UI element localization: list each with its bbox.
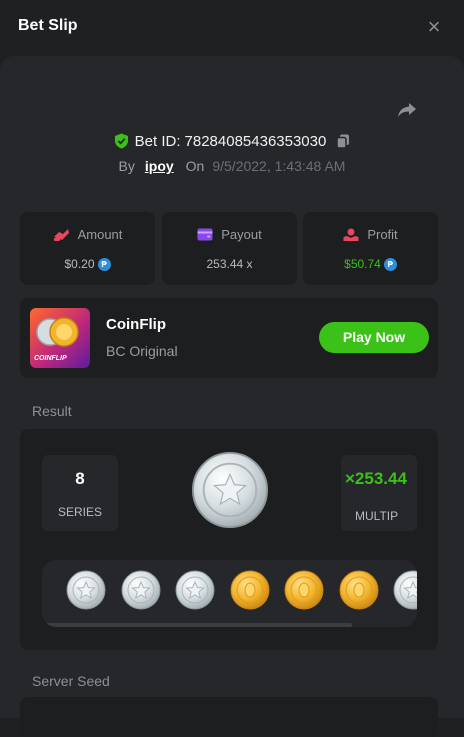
amount-label: Amount — [77, 227, 123, 242]
bet-id-row: Bet ID: 78284085436353030 — [0, 130, 464, 152]
amount-value: $0.20 — [64, 257, 95, 271]
result-card: 8 SERIES ×253.44 MULTIP — [20, 429, 438, 650]
bet-date: 9/5/2022, 1:43:48 AM — [212, 158, 346, 174]
series-value: 8 — [75, 469, 85, 488]
page-title: Bet Slip — [18, 17, 78, 34]
bet-slip-header: Bet Slip × — [0, 0, 464, 56]
copy-icon[interactable] — [336, 134, 350, 149]
profit-value: $50.74 — [344, 257, 381, 271]
amount-card: Amount $0.20 ₱ — [20, 212, 155, 285]
series-label: SERIES — [57, 505, 102, 519]
gold-coin-icon — [339, 570, 378, 610]
username-link[interactable]: ipoy — [145, 158, 174, 174]
server-seed-card — [20, 697, 438, 737]
horizontal-scrollbar[interactable] — [42, 623, 352, 627]
silver-star-coin-icon — [66, 570, 106, 610]
multiplier-value: ×253.44 — [345, 469, 407, 488]
payout-value: 253.44 x — [206, 257, 253, 271]
close-button[interactable]: × — [423, 16, 445, 38]
currency-coin-icon: ₱ — [383, 257, 397, 271]
silver-star-coin-icon — [121, 570, 160, 610]
bet-id-value: 78284085436353030 — [184, 132, 327, 150]
server-seed-label: Server Seed — [32, 673, 110, 689]
coinflip-thumbnail[interactable]: COINFLIP — [30, 308, 90, 368]
thumbnail-label: COINFLIP — [34, 355, 67, 362]
gold-coin-icon — [230, 570, 269, 610]
gold-coin-icon — [284, 570, 324, 610]
shield-check-icon — [114, 133, 128, 149]
series-box: 8 SERIES — [42, 455, 118, 531]
profit-label: Profit — [367, 227, 398, 242]
silver-star-coin-icon — [393, 570, 417, 610]
profit-card: Profit $50.74 ₱ — [303, 212, 438, 285]
silver-star-coin-icon — [191, 451, 269, 529]
bet-author-row: By ipoy On 9/5/2022, 1:43:48 AM — [0, 156, 464, 176]
coin-history-strip[interactable] — [42, 560, 417, 627]
result-section-label: Result — [32, 403, 72, 419]
game-subtitle: BC Original — [106, 343, 178, 359]
game-card: COINFLIP CoinFlip BC Original Play Now — [20, 298, 438, 378]
bet-id-label: Bet ID: — [134, 132, 181, 150]
payout-card: Payout 253.44 x — [162, 212, 297, 285]
bet-amount-icon — [53, 228, 69, 241]
on-label: On — [185, 158, 205, 174]
silver-star-coin-icon — [175, 570, 215, 610]
share-icon[interactable] — [395, 98, 419, 122]
wallet-icon — [197, 228, 213, 241]
game-name: CoinFlip — [106, 316, 166, 333]
currency-coin-icon: ₱ — [97, 257, 111, 271]
multiplier-box: ×253.44 MULTIP — [341, 455, 417, 531]
payout-label: Payout — [221, 227, 262, 242]
profit-hand-icon — [343, 228, 359, 241]
play-now-button[interactable]: Play Now — [319, 322, 429, 353]
by-label: By — [118, 158, 135, 174]
multiplier-label: MULTIP — [355, 509, 399, 523]
